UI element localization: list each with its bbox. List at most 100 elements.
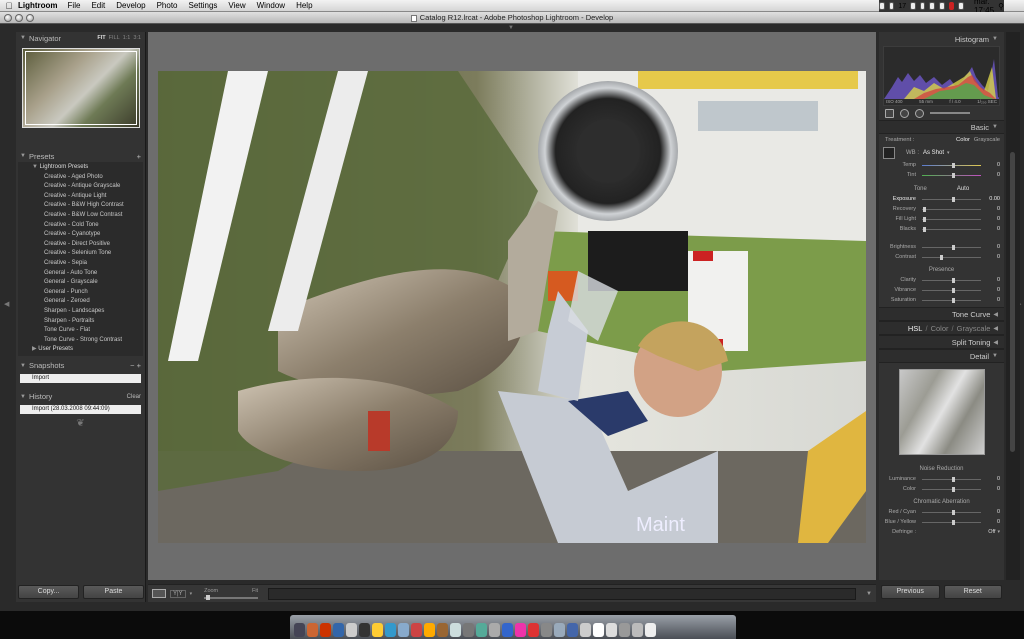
dock-app-icon[interactable] [502, 623, 513, 637]
dock-app-icon[interactable] [580, 623, 591, 637]
add-snapshot-button[interactable]: + [137, 361, 141, 370]
dock-app-icon[interactable] [385, 623, 396, 637]
preset-item[interactable]: Sharpen - Landscapes [18, 307, 143, 317]
close-window-icon[interactable] [4, 14, 12, 22]
preset-item[interactable]: Tone Curve - Strong Contrast [18, 336, 143, 346]
hsl-header[interactable]: HSL / Color / Grayscale ◀ [879, 321, 1004, 335]
tint-slider[interactable] [922, 172, 981, 178]
histogram-display[interactable]: ISO 400 55 mm f / 4.0 1/₂₀₀ SEC [883, 46, 1000, 106]
preset-item[interactable]: Creative - Cyanotype [18, 230, 143, 240]
dock-app-icon[interactable] [463, 623, 474, 637]
preset-item[interactable]: Creative - Cold Tone [18, 221, 143, 231]
spotlight-icon[interactable]: ⚲ [998, 2, 1004, 11]
preset-item[interactable]: Creative - Aged Photo [18, 173, 143, 183]
menu-settings[interactable]: Settings [189, 1, 218, 10]
calendar-icon[interactable] [888, 2, 895, 10]
top-panel-toggle-icon[interactable]: ▼ [508, 25, 514, 31]
presence-slider-thumb[interactable] [951, 277, 955, 283]
temp-value[interactable]: 0 [984, 162, 1000, 168]
tone-bc-slider-value[interactable]: 0 [984, 254, 1000, 260]
presence-slider-value[interactable]: 0 [984, 277, 1000, 283]
remove-snapshot-button[interactable]: − [130, 361, 134, 370]
dock-app-icon[interactable] [619, 623, 630, 637]
volume-icon[interactable] [939, 2, 945, 10]
tone-slider-value[interactable]: 0 [984, 226, 1000, 232]
tint-slider-thumb[interactable] [951, 172, 955, 178]
preset-item[interactable]: General - Zeroed [18, 297, 143, 307]
preset-item[interactable]: Creative - B&W High Contrast [18, 201, 143, 211]
reset-button[interactable]: Reset [943, 585, 1002, 599]
flag-icon[interactable] [948, 2, 955, 10]
dock-app-icon[interactable] [346, 623, 357, 637]
presence-slider-value[interactable]: 0 [984, 287, 1000, 293]
battery-icon[interactable] [958, 2, 965, 10]
history-item[interactable]: Import (28.03.2008 09:44:09) [20, 404, 141, 414]
treatment-color-button[interactable]: Color [956, 137, 970, 143]
dock-app-icon[interactable] [450, 623, 461, 637]
tone-bc-slider[interactable] [922, 254, 981, 260]
zoom-window-icon[interactable] [26, 14, 34, 22]
tone-slider-thumb[interactable] [951, 196, 955, 202]
scrollbar-thumb[interactable] [1010, 152, 1015, 452]
noise-slider-thumb[interactable] [951, 476, 955, 482]
before-after-button[interactable]: Y|Y [170, 589, 186, 598]
spot-removal-tool-icon[interactable] [900, 108, 909, 118]
left-panel-toggle-icon[interactable]: ◀ [4, 300, 10, 308]
wb-select[interactable]: As Shot [923, 150, 944, 156]
navigator-preview[interactable] [22, 48, 140, 128]
dock-app-icon[interactable] [411, 623, 422, 637]
detail-header[interactable]: Detail ▼ [879, 349, 1004, 363]
temp-slider-thumb[interactable] [951, 162, 955, 168]
nav-option-fit[interactable]: FIT [97, 35, 105, 41]
red-eye-tool-icon[interactable] [915, 108, 924, 118]
tone-slider-value[interactable]: 0 [984, 216, 1000, 222]
menu-window[interactable]: Window [257, 1, 285, 10]
preset-item[interactable]: Creative - Direct Positive [18, 240, 143, 250]
presence-slider-thumb[interactable] [951, 287, 955, 293]
copy-settings-button[interactable]: Copy... [18, 585, 79, 599]
dock-app-icon[interactable] [606, 623, 617, 637]
dropdown-arrow-icon[interactable]: ▾ [190, 591, 193, 597]
chroma-slider[interactable] [922, 509, 981, 515]
navigator-header[interactable]: ▼ Navigator FIT FILL 1:1 3:1 [16, 32, 145, 44]
dock-app-icon[interactable] [359, 623, 370, 637]
presets-header[interactable]: ▼ Presets + [16, 150, 145, 162]
preset-item[interactable]: Sharpen - Portraits [18, 317, 143, 327]
wb-dropdown-icon[interactable]: ▾ [947, 150, 950, 156]
tone-slider-thumb[interactable] [923, 226, 927, 232]
tint-value[interactable]: 0 [984, 172, 1000, 178]
loupe-view-icon[interactable] [152, 589, 166, 598]
noise-slider-value[interactable]: 0 [984, 476, 1000, 482]
nav-option-1-1[interactable]: 1:1 [123, 35, 131, 41]
defringe-dropdown-icon[interactable]: ▾ [997, 529, 1000, 535]
chroma-slider[interactable] [922, 519, 981, 525]
zoom-slider[interactable] [204, 595, 259, 600]
paste-settings-button[interactable]: Paste [83, 585, 144, 599]
auto-tone-button[interactable]: Auto [957, 186, 969, 192]
histogram-header[interactable]: Histogram ▼ [879, 32, 1004, 46]
tone-slider-thumb[interactable] [923, 216, 927, 222]
dock-app-icon[interactable] [294, 623, 305, 637]
right-panel-scrollbar[interactable] [1006, 32, 1020, 580]
tone-slider[interactable] [922, 216, 981, 222]
preset-item[interactable]: General - Auto Tone [18, 269, 143, 279]
presence-slider-value[interactable]: 0 [984, 297, 1000, 303]
preset-item[interactable]: General - Grayscale [18, 278, 143, 288]
preset-item[interactable]: Creative - B&W Low Contrast [18, 211, 143, 221]
dock-app-icon[interactable] [307, 623, 318, 637]
menu-file[interactable]: File [68, 1, 81, 10]
noise-slider[interactable] [922, 476, 981, 482]
noise-slider[interactable] [922, 486, 981, 492]
menu-develop[interactable]: Develop [116, 1, 145, 10]
dock-app-icon[interactable] [632, 623, 643, 637]
mail-icon[interactable] [910, 2, 916, 10]
noise-slider-value[interactable]: 0 [984, 486, 1000, 492]
defringe-select[interactable]: Off [988, 529, 995, 535]
detail-preview[interactable] [898, 369, 985, 455]
presence-slider-thumb[interactable] [951, 297, 955, 303]
tone-slider-value[interactable]: 0 [984, 206, 1000, 212]
tone-slider-thumb[interactable] [923, 206, 927, 212]
snapshots-header[interactable]: ▼ Snapshots − + [16, 360, 145, 372]
dock-app-icon[interactable] [320, 623, 331, 637]
dock-app-icon[interactable] [437, 623, 448, 637]
